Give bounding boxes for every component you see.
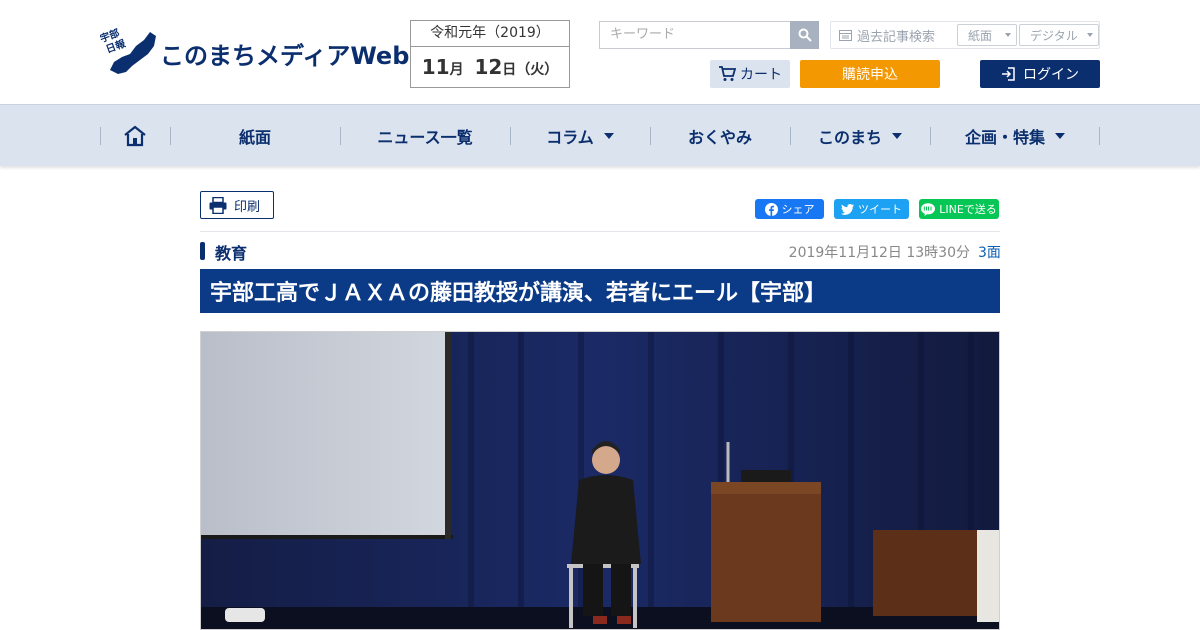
login-button[interactable]: ログイン [980, 60, 1100, 88]
article-category[interactable]: 教育 [215, 240, 247, 264]
login-icon [1002, 67, 1015, 81]
nav-features[interactable]: 企画・特集 [930, 105, 1100, 167]
nav-shimen-label: 紙面 [238, 128, 271, 147]
ube-map-logo-icon: 宇部 日報 [100, 26, 156, 74]
subscribe-button[interactable]: 購読申込 [800, 60, 940, 88]
article-title: 宇部工高でＪＡＸＡの藤田教授が講演、若者にエール【宇部】 [210, 281, 827, 306]
archive-select-paper-label: 紙面 [968, 28, 993, 43]
facebook-icon [764, 202, 778, 216]
date-day-unit: 日 [502, 62, 517, 78]
search-icon [798, 28, 812, 42]
nav-home[interactable] [100, 105, 170, 167]
global-nav-items: 紙面 ニュース一覧 コラム おくやみ このまち 企画・特集 [100, 105, 1100, 167]
search-input[interactable]: キーワード [599, 21, 790, 49]
line-share-label: LINEで送る [939, 203, 997, 216]
cart-icon [719, 66, 736, 81]
search-button[interactable] [790, 21, 819, 49]
nav-okuyami[interactable]: おくやみ [650, 105, 790, 167]
archive-search-label: 過去記事検索 [831, 26, 955, 45]
issue-date: 令和元年（2019） 11月 12日（火） [410, 20, 570, 88]
calendar-icon [839, 30, 852, 41]
cart-button[interactable]: カート [710, 60, 790, 88]
print-button[interactable]: 印刷 [200, 191, 274, 219]
nav-shimen[interactable]: 紙面 [170, 105, 340, 167]
chevron-down-icon [1087, 33, 1093, 37]
chevron-down-icon [892, 133, 902, 139]
nav-news-list-label: ニュース一覧 [377, 128, 473, 147]
twitter-share-button[interactable]: ツイート [834, 199, 909, 219]
cart-label: カート [740, 67, 782, 83]
twitter-icon [841, 203, 854, 215]
home-icon [124, 125, 146, 147]
nav-konomachi-label: このまち [817, 128, 882, 147]
global-nav: 紙面 ニュース一覧 コラム おくやみ このまち 企画・特集 [0, 104, 1200, 166]
line-share-button[interactable]: LINEで送る [919, 199, 999, 219]
nav-news-list[interactable]: ニュース一覧 [340, 105, 510, 167]
article-divider [200, 231, 1000, 232]
login-label: ログイン [1023, 67, 1079, 83]
printer-icon [209, 196, 227, 214]
date-month-unit: 月 [449, 62, 464, 78]
nav-konomachi[interactable]: このまち [790, 105, 930, 167]
archive-label-text: 過去記事検索 [857, 29, 936, 45]
archive-select-paper[interactable]: 紙面 [957, 24, 1017, 46]
site-header: 宇部 日報 このまちメディアWeb 令和元年（2019） 11月 12日（火） … [0, 0, 1200, 104]
nav-column[interactable]: コラム [510, 105, 650, 167]
date-month: 11 [421, 55, 450, 79]
print-label: 印刷 [234, 199, 261, 215]
chevron-down-icon [1005, 33, 1011, 37]
site-logo[interactable]: 宇部 日報 このまちメディアWeb [100, 24, 409, 80]
archive-select-digital[interactable]: デジタル [1019, 24, 1099, 46]
nav-okuyami-label: おくやみ [687, 128, 752, 147]
article-photo[interactable] [200, 331, 1000, 630]
line-icon [921, 202, 936, 216]
nav-features-label: 企画・特集 [964, 128, 1045, 147]
category-marker [200, 242, 205, 260]
facebook-share-button[interactable]: シェア [755, 199, 824, 219]
archive-search: 過去記事検索 紙面 デジタル [830, 21, 1100, 49]
archive-select-digital-label: デジタル [1030, 28, 1078, 43]
nav-column-label: コラム [546, 128, 594, 147]
chevron-down-icon [603, 133, 614, 139]
date-era: 令和元年（2019） [411, 21, 569, 47]
logo-text: このまちメディアWeb [160, 42, 410, 70]
date-day-number: 12 [474, 55, 503, 79]
article-page[interactable]: 3面 [978, 242, 1001, 262]
facebook-share-label: シェア [781, 203, 815, 216]
date-weekday: （火） [516, 62, 559, 78]
article-date: 2019年11月12日 13時30分 [788, 245, 970, 261]
lecture-stage-image [201, 332, 999, 629]
twitter-share-label: ツイート [858, 203, 902, 216]
article-title-bar: 宇部工高でＪＡＸＡの藤田教授が講演、若者にエール【宇部】 [200, 269, 1000, 313]
chevron-down-icon [1055, 133, 1065, 139]
date-day: 11月 12日（火） [411, 47, 569, 87]
